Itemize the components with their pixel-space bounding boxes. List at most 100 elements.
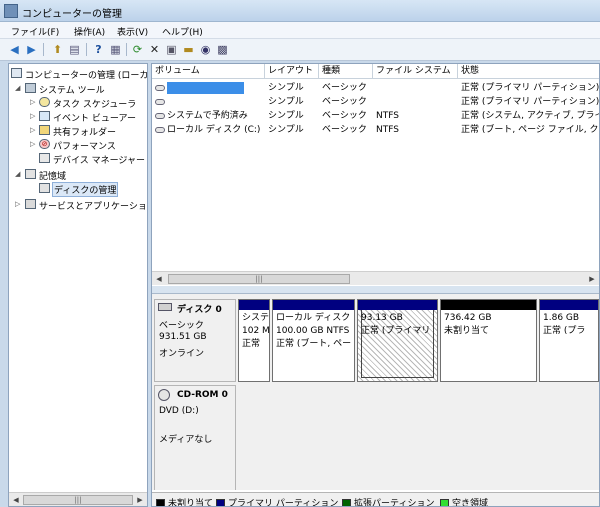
legend-item: 未割り当て	[156, 496, 213, 506]
navigation-tree: コンピューターの管理 (ローカル) ◢ システム ツール ▷ タスク スケジュー…	[8, 63, 148, 507]
properties-icon[interactable]: ▣	[164, 42, 179, 57]
expand-arrow-icon[interactable]: ▷	[30, 112, 35, 120]
partition-bar	[441, 300, 536, 310]
storage-icon	[25, 169, 36, 179]
menu-file[interactable]: ファイル(F)	[11, 25, 59, 38]
disk0-partition-system-reserved[interactable]: システ 102 M 正常	[238, 299, 270, 382]
legend-item: 拡張パーティション	[342, 496, 434, 506]
cdrom-icon	[158, 389, 170, 401]
computer-icon	[11, 68, 22, 78]
partition-bar	[540, 300, 598, 310]
cdrom0-info[interactable]: CD-ROM 0 DVD (D:) メディアなし	[154, 385, 236, 490]
up-folder-icon[interactable]: ⬆	[50, 42, 65, 57]
forward-icon[interactable]: ▶	[24, 42, 39, 57]
tree-item-system-tools[interactable]: ◢ システム ツール	[9, 82, 147, 96]
redacted-volume-name	[167, 81, 244, 94]
legend-swatch	[440, 499, 449, 506]
legend-item: プライマリ パーティション	[216, 496, 338, 506]
partition-bar	[239, 300, 269, 310]
services-icon	[25, 199, 36, 209]
volume-list-horizontal-scrollbar[interactable]: ◀ ||| ▶	[152, 271, 599, 285]
legend-swatch	[342, 499, 351, 506]
disk0-unallocated[interactable]: 736.42 GB 未割り当て	[440, 299, 537, 382]
disk-management-icon	[39, 183, 50, 193]
cdrom0-media: メディアなし	[159, 435, 213, 445]
refresh-icon[interactable]: ⟳	[130, 42, 145, 57]
scroll-thumb[interactable]: |||	[23, 495, 133, 505]
search-disk-icon[interactable]: ◉	[198, 42, 213, 57]
tree-item-device-manager[interactable]: デバイス マネージャー	[9, 152, 147, 166]
tree-item-event-viewer[interactable]: ▷ イベント ビューアー	[9, 110, 147, 124]
device-manager-icon	[39, 153, 50, 163]
table-row[interactable]: ローカル ディスク (C:) シンプル ベーシック NTFS 正常 (ブート, …	[152, 123, 599, 137]
collapse-arrow-icon[interactable]: ◢	[15, 170, 20, 178]
cdrom0-drive: DVD (D:)	[159, 406, 199, 416]
partition-bar	[273, 300, 354, 310]
tree-item-storage[interactable]: ◢ 記憶域	[9, 168, 147, 182]
disk-icon	[158, 303, 172, 311]
scroll-left-icon[interactable]: ◀	[153, 273, 165, 285]
event-viewer-icon	[39, 111, 50, 121]
column-header-type[interactable]: 種類	[319, 64, 373, 79]
legend: 未割り当て プライマリ パーティション 拡張パーティション 空き領域	[152, 492, 599, 506]
disk0-kind: ベーシック	[159, 321, 204, 331]
table-row[interactable]: システムで予約済み シンプル ベーシック NTFS 正常 (システム, アクティ…	[152, 109, 599, 123]
settings-icon[interactable]: ▩	[215, 42, 230, 57]
expand-arrow-icon[interactable]: ▷	[30, 140, 35, 148]
column-header-filesystem[interactable]: ファイル システム	[373, 64, 458, 79]
tools-icon	[25, 83, 36, 93]
legend-swatch	[156, 499, 165, 506]
toolbar: ◀ ▶ ⬆ ▤ ? ▦ ⟳ ✕ ▣ ▬ ◉ ▩	[0, 39, 600, 61]
table-row[interactable]: シンプル ベーシック 正常 (プライマリ パーティション)	[152, 95, 599, 109]
scroll-thumb[interactable]: |||	[168, 274, 350, 284]
menu-view[interactable]: 表示(V)	[117, 25, 148, 38]
disk0-info[interactable]: ディスク 0 ベーシック 931.51 GB オンライン	[154, 299, 236, 382]
disk0-name: ディスク 0	[177, 305, 222, 315]
tree-item-root[interactable]: コンピューターの管理 (ローカル)	[9, 67, 147, 81]
help-icon[interactable]: ?	[91, 42, 106, 57]
tree-horizontal-scrollbar[interactable]: ◀ ||| ▶	[9, 492, 147, 506]
collapse-arrow-icon[interactable]: ◢	[15, 84, 20, 92]
tree-item-services-apps[interactable]: ▷ サービスとアプリケーション	[9, 198, 147, 212]
toolbar-separator	[43, 43, 44, 56]
column-header-status[interactable]: 状態	[458, 64, 599, 79]
expand-arrow-icon[interactable]: ▷	[30, 98, 35, 106]
shared-folder-icon	[39, 125, 50, 135]
back-icon[interactable]: ◀	[7, 42, 22, 57]
clock-icon	[39, 97, 50, 107]
pane-splitter[interactable]	[152, 286, 599, 294]
disk0-state: オンライン	[159, 349, 205, 359]
scroll-right-icon[interactable]: ▶	[134, 494, 146, 506]
disk-graphical-view: ディスク 0 ベーシック 931.51 GB オンライン システ 102 M 正…	[152, 294, 599, 490]
disk0-partition-selected[interactable]: 93.13 GB 正常 (プライマリ	[357, 299, 438, 382]
expand-arrow-icon[interactable]: ▷	[15, 200, 20, 208]
toolbar-separator	[126, 43, 127, 56]
scroll-right-icon[interactable]: ▶	[586, 273, 598, 285]
console-view-icon[interactable]: ▦	[108, 42, 123, 57]
disk0-partition-c[interactable]: ローカル ディスク 100.00 GB NTFS 正常 (ブート, ペー	[272, 299, 355, 382]
window-title: コンピューターの管理	[22, 9, 122, 20]
menu-help[interactable]: ヘルプ(H)	[162, 25, 203, 38]
cdrom0-name: CD-ROM 0	[177, 390, 228, 400]
column-header-layout[interactable]: レイアウト	[265, 64, 319, 79]
table-row[interactable]: シンプル ベーシック 正常 (プライマリ パーティション)	[152, 81, 599, 95]
menu-action[interactable]: 操作(A)	[74, 25, 105, 38]
disk0-partition-last[interactable]: 1.86 GB 正常 (プラ	[539, 299, 599, 382]
disk0-size: 931.51 GB	[159, 332, 207, 342]
tree-item-disk-management[interactable]: ディスクの管理	[9, 182, 147, 197]
column-header-volume[interactable]: ボリューム	[152, 64, 265, 79]
volume-icon	[155, 126, 165, 133]
scroll-left-icon[interactable]: ◀	[10, 494, 22, 506]
tree-item-performance[interactable]: ▷ ⊘ パフォーマンス	[9, 138, 147, 152]
toolbar-separator	[86, 43, 87, 56]
legend-item: 空き領域	[440, 496, 488, 506]
title-bar: コンピューターの管理	[0, 0, 600, 22]
tree-item-shared-folders[interactable]: ▷ 共有フォルダー	[9, 124, 147, 138]
delete-icon[interactable]: ✕	[147, 42, 162, 57]
expand-arrow-icon[interactable]: ▷	[30, 126, 35, 134]
open-folder-icon[interactable]: ▬	[181, 42, 196, 57]
tree-item-task-scheduler[interactable]: ▷ タスク スケジューラ	[9, 96, 147, 110]
menu-bar: ファイル(F) 操作(A) 表示(V) ヘルプ(H)	[0, 22, 600, 39]
legend-swatch	[216, 499, 225, 506]
show-hide-tree-icon[interactable]: ▤	[67, 42, 82, 57]
